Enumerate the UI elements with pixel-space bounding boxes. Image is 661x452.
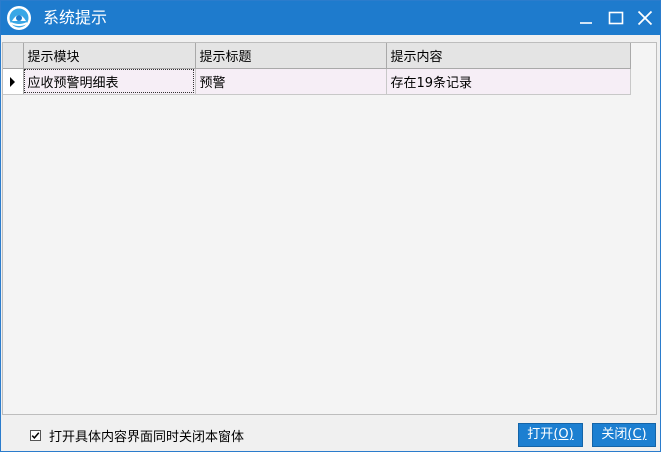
- close-on-open-checkbox[interactable]: [30, 430, 41, 441]
- open-button[interactable]: 打开(O): [518, 423, 583, 447]
- maximize-icon: [608, 11, 624, 25]
- column-header-title[interactable]: 提示标题: [195, 43, 387, 69]
- prompt-grid[interactable]: 提示模块 提示标题 提示内容 应收预警明细表 预警 存在19条记录: [2, 42, 657, 415]
- minimize-icon: [580, 22, 592, 24]
- close-on-open-label[interactable]: 打开具体内容界面同时关闭本窗体: [49, 426, 244, 445]
- row-header[interactable]: [3, 68, 24, 95]
- close-button-accel: (C): [627, 427, 647, 442]
- header-row: 提示模块 提示标题 提示内容: [3, 43, 631, 69]
- window-title: 系统提示: [43, 8, 108, 27]
- table-row[interactable]: 应收预警明细表 预警 存在19条记录: [3, 68, 631, 95]
- system-prompt-window: 系统提示 提示模块 提示标题 提示内容 应收预警明细表 预警 存在19条记录 打…: [0, 0, 661, 452]
- cell-title[interactable]: 预警: [195, 68, 387, 95]
- close-window-button[interactable]: [633, 6, 657, 30]
- cell-content[interactable]: 存在19条记录: [386, 68, 631, 95]
- open-button-accel: (O): [553, 427, 574, 442]
- minimize-button[interactable]: [574, 6, 598, 30]
- column-header-content[interactable]: 提示内容: [386, 43, 631, 69]
- close-icon: [637, 10, 653, 26]
- cell-module[interactable]: 应收预警明细表: [23, 68, 196, 95]
- title-bar[interactable]: 系统提示: [1, 1, 660, 35]
- close-button[interactable]: 关闭(C): [592, 423, 656, 447]
- row-pointer-icon: [10, 76, 15, 87]
- footer-bar: 打开具体内容界面同时关闭本窗体 打开(O) 关闭(C): [2, 417, 659, 451]
- grid-corner-cell[interactable]: [3, 43, 24, 69]
- open-button-label: 打开: [527, 427, 554, 442]
- app-logo-icon: [6, 5, 32, 31]
- checkmark-icon: [31, 432, 40, 440]
- close-on-open-option[interactable]: 打开具体内容界面同时关闭本窗体: [30, 426, 244, 445]
- column-header-module[interactable]: 提示模块: [23, 43, 196, 69]
- prompt-table: 提示模块 提示标题 提示内容 应收预警明细表 预警 存在19条记录: [3, 43, 631, 95]
- close-button-label: 关闭: [601, 427, 628, 442]
- maximize-button[interactable]: [604, 6, 628, 30]
